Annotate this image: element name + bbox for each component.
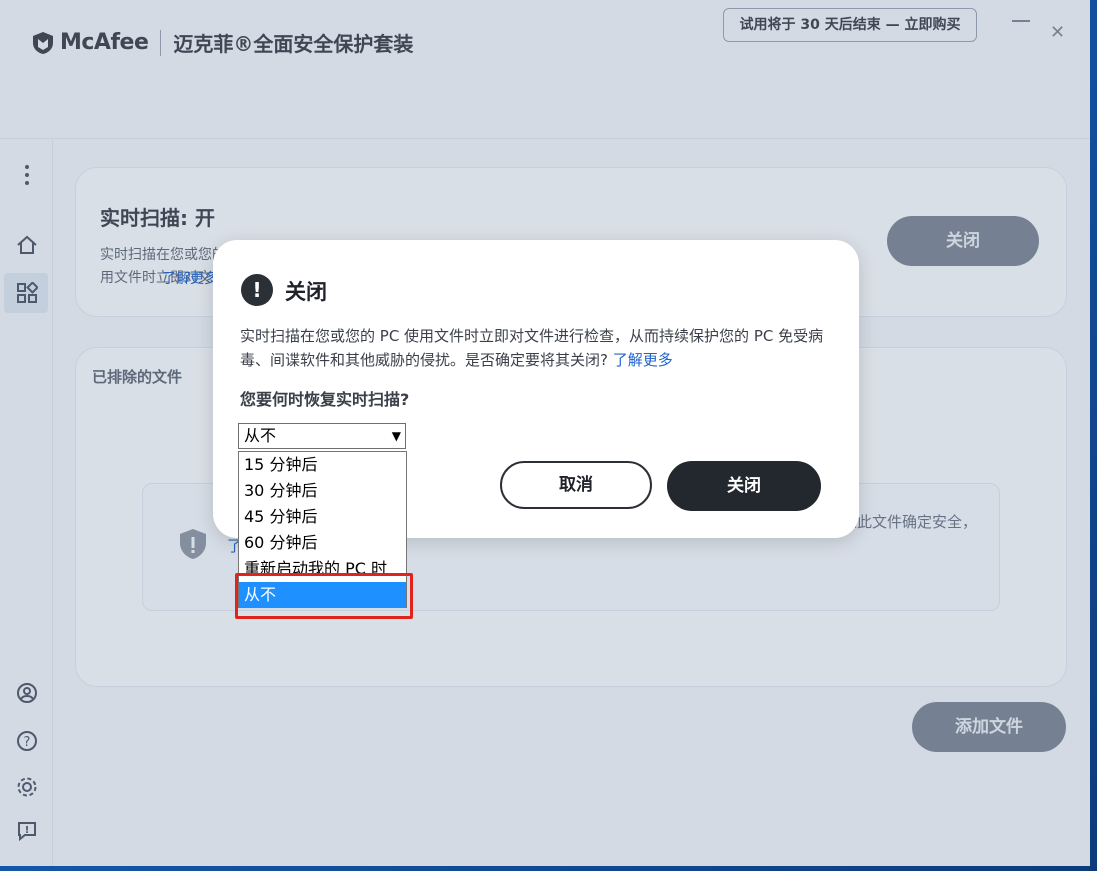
- resume-question: 您要何时恢复实时扫描?: [240, 390, 410, 409]
- select-value: 从不: [244, 426, 277, 445]
- option-45min[interactable]: 45 分钟后: [239, 504, 406, 530]
- option-30min[interactable]: 30 分钟后: [239, 478, 406, 504]
- resume-time-select[interactable]: 从不 ▼: [238, 423, 406, 449]
- mcafee-window: McAfee 迈克菲®全面安全保护套装 试用将于 30 天后结束 — 立即购买 …: [0, 0, 1090, 866]
- confirm-close-button[interactable]: 关闭: [667, 461, 821, 511]
- option-15min[interactable]: 15 分钟后: [239, 452, 406, 478]
- cancel-button[interactable]: 取消: [500, 461, 652, 509]
- dialog-learn-more-link[interactable]: 了解更多: [613, 351, 673, 369]
- option-60min[interactable]: 60 分钟后: [239, 530, 406, 556]
- exclamation-icon: !: [241, 274, 273, 306]
- chevron-down-icon: ▼: [391, 429, 401, 443]
- dialog-title: 关闭: [285, 280, 327, 304]
- annotation-highlight-box: [235, 573, 413, 619]
- dialog-desc-text: 实时扫描在您或您的 PC 使用文件时立即对文件进行检查，从而持续保护您的 PC …: [240, 327, 824, 369]
- dialog-desc: 实时扫描在您或您的 PC 使用文件时立即对文件进行检查，从而持续保护您的 PC …: [240, 324, 840, 372]
